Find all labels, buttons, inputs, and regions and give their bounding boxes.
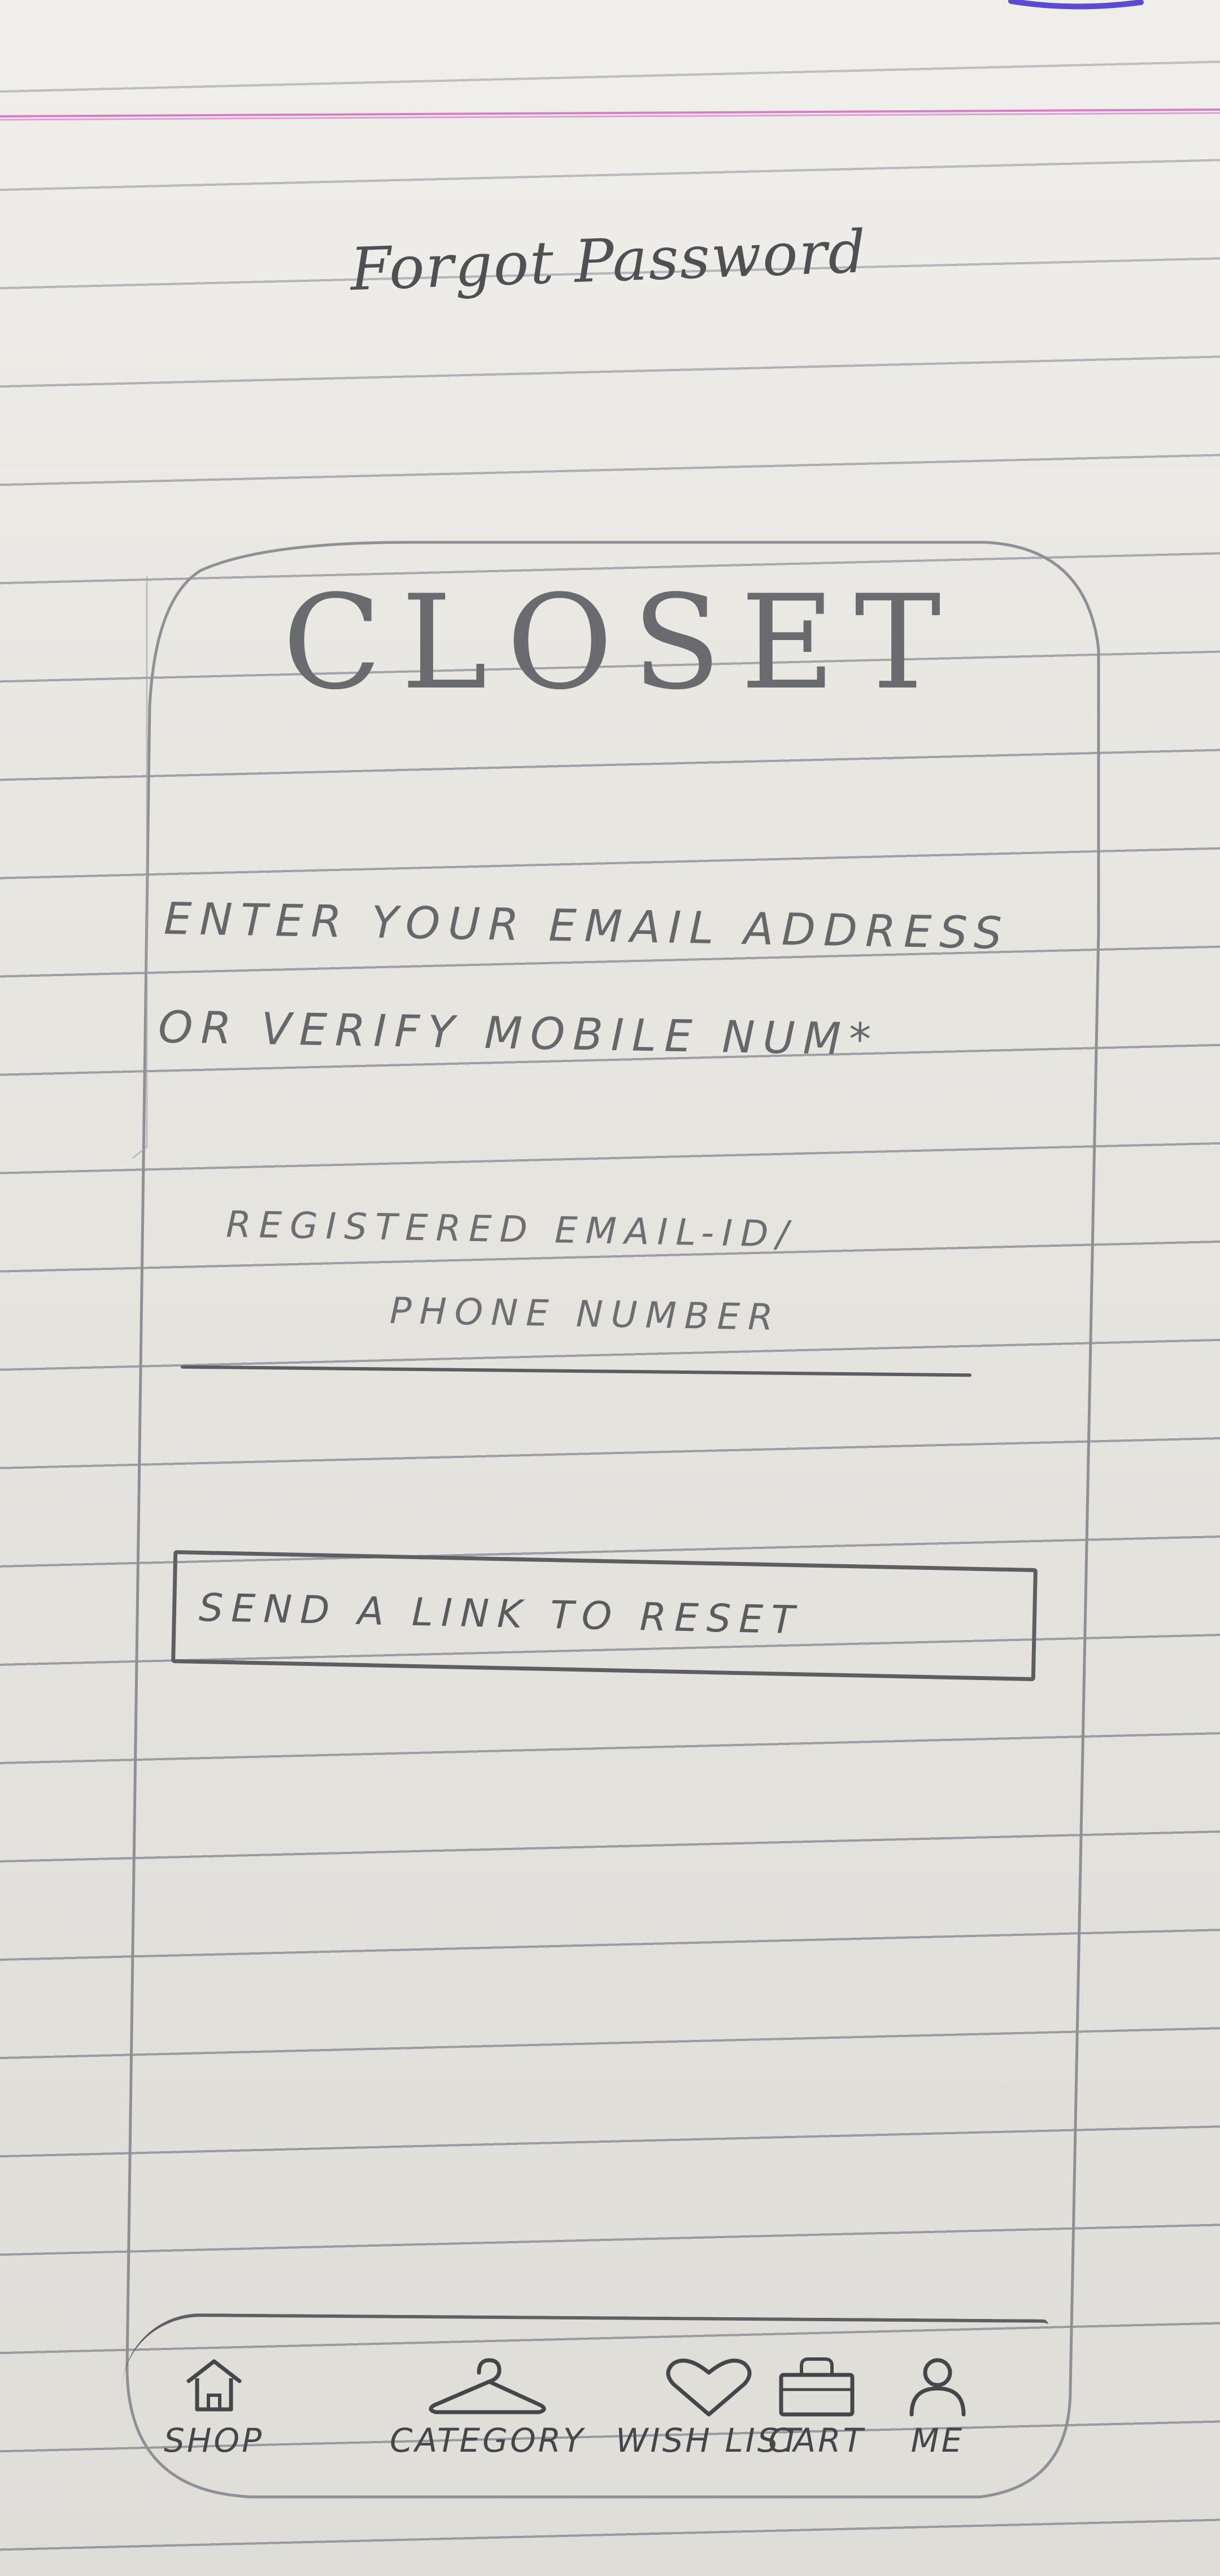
send-reset-link-label: SEND A LINK TO RESET — [198, 1585, 803, 1643]
home-icon — [186, 2359, 242, 2412]
instruction-line-1: ENTER YOUR EMAIL ADDRESS — [163, 893, 1010, 960]
app-brand-logo: CLOSET — [282, 568, 961, 719]
hanger-icon — [429, 2358, 546, 2414]
instruction-line-2: OR VERIFY MOBILE NUM* — [158, 1002, 879, 1066]
nav-item-cart[interactable]: CART — [768, 2356, 865, 2460]
person-icon — [909, 2358, 966, 2417]
bag-icon — [779, 2357, 855, 2417]
nav-item-me[interactable]: ME — [904, 2356, 971, 2460]
heart-icon — [666, 2359, 752, 2417]
input-placeholder-line-2: PHONE NUMBER — [389, 1290, 782, 1339]
corner-pen-mark — [1008, 0, 1144, 10]
send-reset-link-button[interactable]: SEND A LINK TO RESET — [171, 1550, 1038, 1681]
phone-frame — [125, 541, 1100, 2499]
nav-item-shop[interactable]: SHOP — [164, 2356, 264, 2460]
nav-item-category[interactable]: CATEGORY — [390, 2356, 585, 2460]
nav-label-cart: CART — [768, 2421, 865, 2460]
nav-label-me: ME — [910, 2421, 965, 2460]
input-underline — [181, 1365, 971, 1377]
nav-label-shop: SHOP — [164, 2421, 264, 2460]
margin-line — [0, 108, 1220, 121]
page-title: Forgot Password — [349, 217, 868, 304]
nav-label-category: CATEGORY — [390, 2421, 586, 2460]
